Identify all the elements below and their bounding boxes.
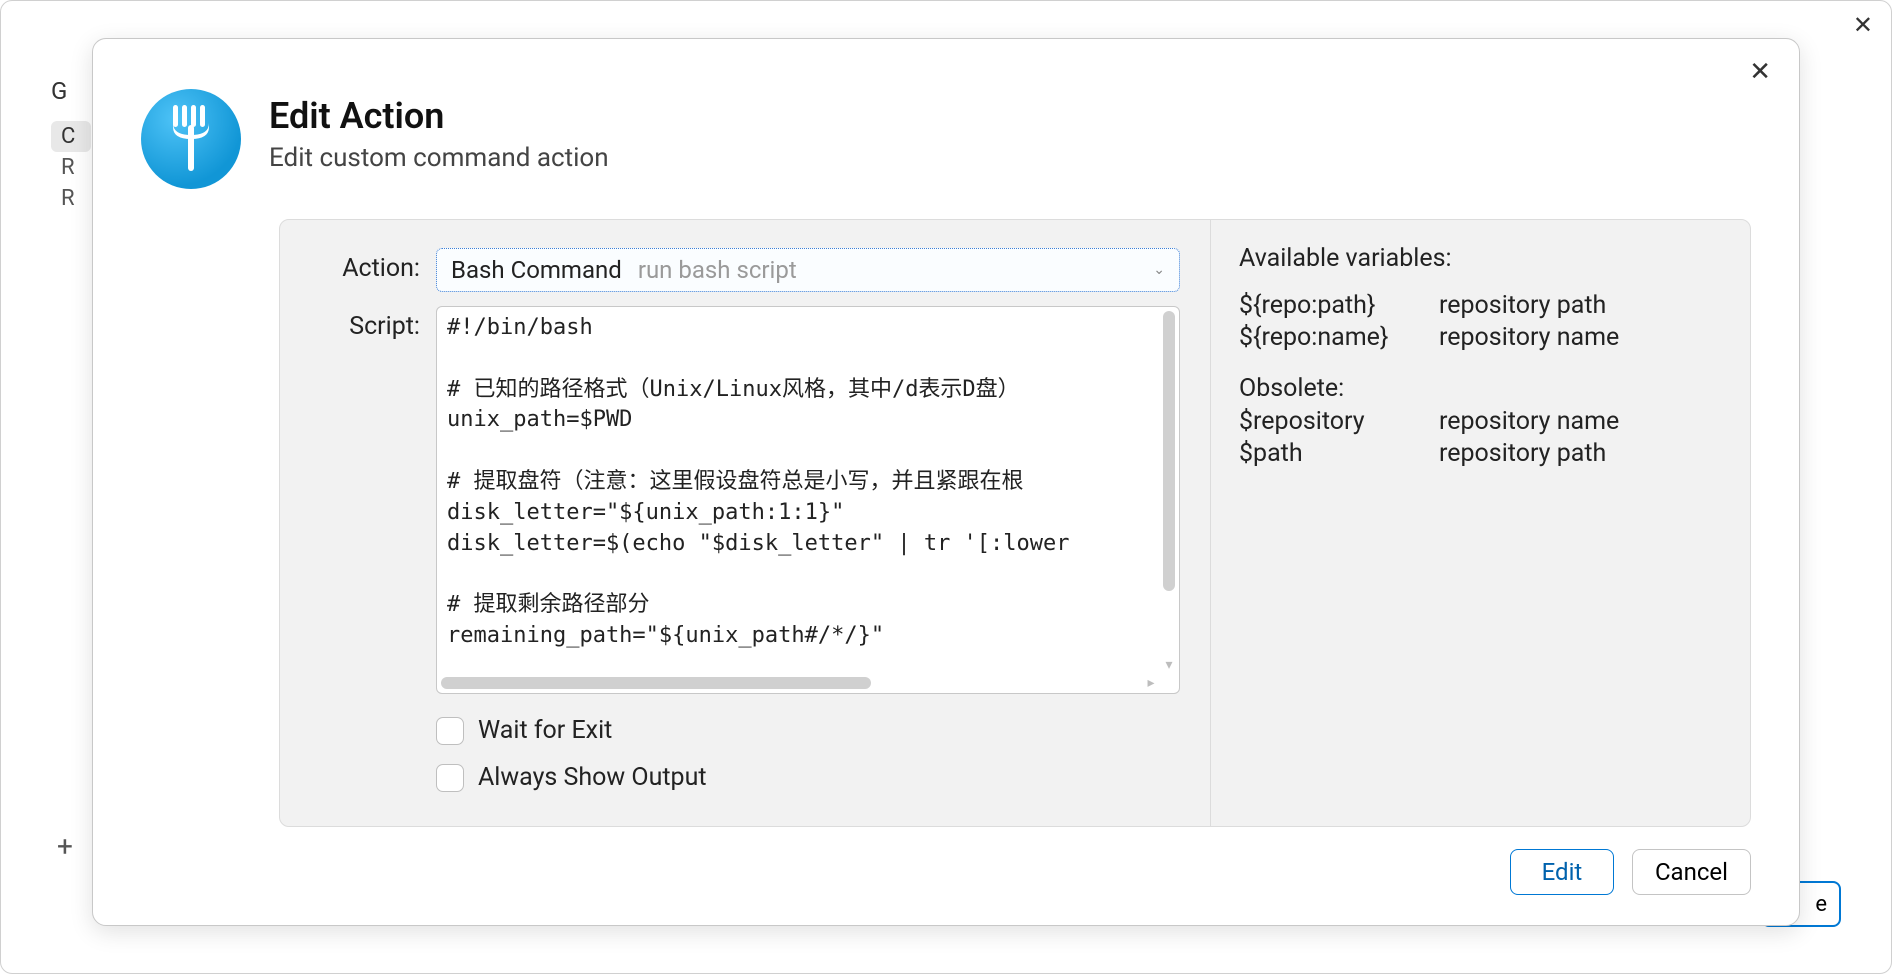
bg-sidebar-letter: G — [51, 77, 67, 105]
close-icon[interactable]: ✕ — [1853, 13, 1873, 37]
chevron-down-icon: ⌄ — [1153, 262, 1165, 278]
obsolete-title: Obsolete: — [1239, 374, 1722, 403]
fork-app-icon — [141, 89, 241, 189]
always-show-output-checkbox[interactable] — [436, 764, 464, 792]
vertical-scrollbar[interactable]: ▾ — [1161, 311, 1177, 671]
script-content[interactable]: #!/bin/bash # 已知的路径格式（Unix/Linux风格，其中/d表… — [447, 313, 1157, 671]
scrollbar-thumb[interactable] — [441, 677, 871, 689]
variable-name: ${repo:path} — [1239, 291, 1439, 320]
variable-desc: repository path — [1439, 439, 1722, 468]
variables-title: Available variables: — [1239, 244, 1722, 273]
variable-desc: repository name — [1439, 323, 1722, 352]
horizontal-scrollbar[interactable]: ▸ — [441, 675, 1157, 691]
scrollbar-thumb[interactable] — [1163, 311, 1175, 591]
action-label: Action: — [310, 248, 420, 283]
wait-for-exit-checkbox[interactable] — [436, 717, 464, 745]
variable-name: $path — [1239, 439, 1439, 468]
dialog-footer: Edit Cancel — [93, 827, 1799, 925]
cancel-button[interactable]: Cancel — [1632, 849, 1751, 895]
dialog-header: Edit Action Edit custom command action — [93, 39, 1799, 219]
variable-name: $repository — [1239, 407, 1439, 436]
action-hint: run bash script — [638, 256, 797, 284]
variable-desc: repository name — [1439, 407, 1722, 436]
bg-list: C R R — [51, 121, 91, 214]
action-value: Bash Command — [451, 256, 622, 284]
script-textarea[interactable]: #!/bin/bash # 已知的路径格式（Unix/Linux风格，其中/d表… — [436, 306, 1180, 694]
add-button[interactable]: + — [51, 830, 79, 863]
variables-panel: Available variables: ${repo:path} reposi… — [1210, 220, 1750, 826]
always-show-output-label: Always Show Output — [478, 763, 707, 792]
edit-button[interactable]: Edit — [1510, 849, 1614, 895]
close-icon[interactable]: ✕ — [1749, 59, 1771, 85]
script-label: Script: — [310, 306, 420, 341]
action-combobox[interactable]: Bash Command run bash script ⌄ — [436, 248, 1180, 292]
dialog-subtitle: Edit custom command action — [269, 143, 609, 173]
form-area: Action: Bash Command run bash script ⌄ S… — [280, 220, 1210, 826]
dialog-title: Edit Action — [269, 95, 609, 137]
variable-desc: repository path — [1439, 291, 1722, 320]
variable-name: ${repo:name} — [1239, 323, 1439, 352]
wait-for-exit-label: Wait for Exit — [478, 716, 612, 745]
dialog-body: Action: Bash Command run bash script ⌄ S… — [279, 219, 1751, 827]
scroll-down-icon[interactable]: ▾ — [1161, 657, 1177, 673]
bg-list-item[interactable]: R — [51, 183, 91, 214]
scroll-right-icon[interactable]: ▸ — [1143, 675, 1159, 691]
bg-list-item[interactable]: C — [51, 121, 91, 152]
edit-action-dialog: ✕ Edit Action Edit custom command action — [92, 38, 1800, 926]
bg-list-item[interactable]: R — [51, 152, 91, 183]
